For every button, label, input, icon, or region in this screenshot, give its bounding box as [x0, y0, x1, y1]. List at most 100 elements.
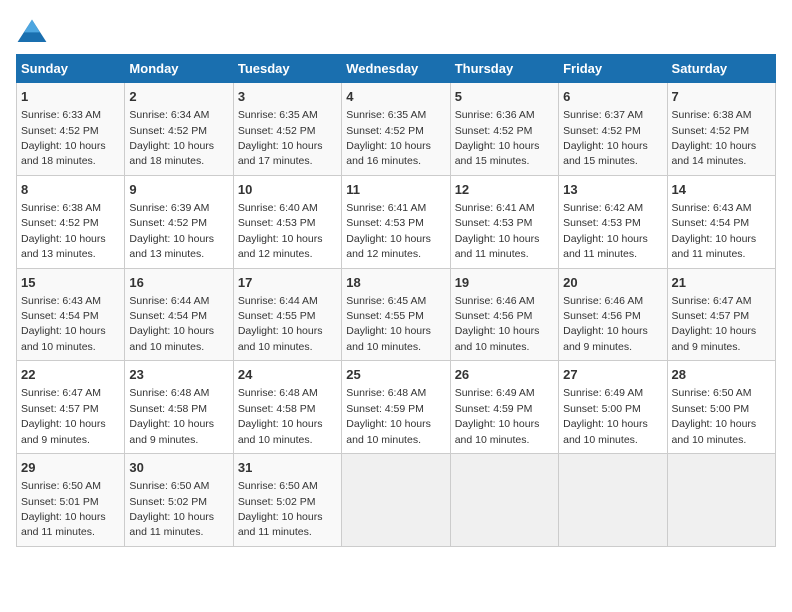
cell-content: Sunrise: 6:36 AMSunset: 4:52 PMDaylight:… — [455, 109, 540, 167]
calendar-cell: 3 Sunrise: 6:35 AMSunset: 4:52 PMDayligh… — [233, 83, 341, 176]
day-number: 9 — [129, 181, 228, 199]
logo — [16, 20, 50, 46]
day-number: 20 — [563, 274, 662, 292]
calendar-cell: 16 Sunrise: 6:44 AMSunset: 4:54 PMDaylig… — [125, 268, 233, 361]
week-row-3: 15 Sunrise: 6:43 AMSunset: 4:54 PMDaylig… — [17, 268, 776, 361]
day-number: 27 — [563, 366, 662, 384]
day-number: 21 — [672, 274, 771, 292]
calendar-cell: 11 Sunrise: 6:41 AMSunset: 4:53 PMDaylig… — [342, 175, 450, 268]
cell-content: Sunrise: 6:42 AMSunset: 4:53 PMDaylight:… — [563, 202, 648, 260]
cell-content: Sunrise: 6:49 AMSunset: 5:00 PMDaylight:… — [563, 387, 648, 445]
day-number: 28 — [672, 366, 771, 384]
calendar-cell: 19 Sunrise: 6:46 AMSunset: 4:56 PMDaylig… — [450, 268, 558, 361]
day-number: 14 — [672, 181, 771, 199]
header-sunday: Sunday — [17, 55, 125, 83]
cell-content: Sunrise: 6:38 AMSunset: 4:52 PMDaylight:… — [672, 109, 757, 167]
calendar-cell: 28 Sunrise: 6:50 AMSunset: 5:00 PMDaylig… — [667, 361, 775, 454]
calendar-cell: 4 Sunrise: 6:35 AMSunset: 4:52 PMDayligh… — [342, 83, 450, 176]
calendar-cell: 21 Sunrise: 6:47 AMSunset: 4:57 PMDaylig… — [667, 268, 775, 361]
day-number: 29 — [21, 459, 120, 477]
day-number: 6 — [563, 88, 662, 106]
cell-content: Sunrise: 6:48 AMSunset: 4:59 PMDaylight:… — [346, 387, 431, 445]
week-row-1: 1 Sunrise: 6:33 AMSunset: 4:52 PMDayligh… — [17, 83, 776, 176]
calendar-cell — [667, 454, 775, 547]
header-thursday: Thursday — [450, 55, 558, 83]
calendar-cell: 5 Sunrise: 6:36 AMSunset: 4:52 PMDayligh… — [450, 83, 558, 176]
cell-content: Sunrise: 6:43 AMSunset: 4:54 PMDaylight:… — [672, 202, 757, 260]
calendar-cell — [559, 454, 667, 547]
day-number: 26 — [455, 366, 554, 384]
calendar-cell: 18 Sunrise: 6:45 AMSunset: 4:55 PMDaylig… — [342, 268, 450, 361]
day-number: 23 — [129, 366, 228, 384]
day-number: 2 — [129, 88, 228, 106]
day-number: 5 — [455, 88, 554, 106]
calendar-cell: 1 Sunrise: 6:33 AMSunset: 4:52 PMDayligh… — [17, 83, 125, 176]
cell-content: Sunrise: 6:50 AMSunset: 5:02 PMDaylight:… — [129, 480, 214, 538]
calendar-cell: 8 Sunrise: 6:38 AMSunset: 4:52 PMDayligh… — [17, 175, 125, 268]
header-tuesday: Tuesday — [233, 55, 341, 83]
logo-icon — [16, 18, 48, 46]
cell-content: Sunrise: 6:50 AMSunset: 5:01 PMDaylight:… — [21, 480, 106, 538]
day-number: 18 — [346, 274, 445, 292]
day-number: 16 — [129, 274, 228, 292]
cell-content: Sunrise: 6:41 AMSunset: 4:53 PMDaylight:… — [455, 202, 540, 260]
calendar-cell: 12 Sunrise: 6:41 AMSunset: 4:53 PMDaylig… — [450, 175, 558, 268]
day-number: 1 — [21, 88, 120, 106]
day-number: 25 — [346, 366, 445, 384]
calendar-cell: 31 Sunrise: 6:50 AMSunset: 5:02 PMDaylig… — [233, 454, 341, 547]
cell-content: Sunrise: 6:40 AMSunset: 4:53 PMDaylight:… — [238, 202, 323, 260]
header-friday: Friday — [559, 55, 667, 83]
cell-content: Sunrise: 6:43 AMSunset: 4:54 PMDaylight:… — [21, 295, 106, 353]
week-row-4: 22 Sunrise: 6:47 AMSunset: 4:57 PMDaylig… — [17, 361, 776, 454]
day-number: 13 — [563, 181, 662, 199]
day-number: 8 — [21, 181, 120, 199]
day-number: 7 — [672, 88, 771, 106]
day-number: 19 — [455, 274, 554, 292]
cell-content: Sunrise: 6:46 AMSunset: 4:56 PMDaylight:… — [563, 295, 648, 353]
cell-content: Sunrise: 6:49 AMSunset: 4:59 PMDaylight:… — [455, 387, 540, 445]
calendar-cell: 25 Sunrise: 6:48 AMSunset: 4:59 PMDaylig… — [342, 361, 450, 454]
day-number: 31 — [238, 459, 337, 477]
calendar-cell: 6 Sunrise: 6:37 AMSunset: 4:52 PMDayligh… — [559, 83, 667, 176]
calendar-cell: 10 Sunrise: 6:40 AMSunset: 4:53 PMDaylig… — [233, 175, 341, 268]
calendar-cell: 20 Sunrise: 6:46 AMSunset: 4:56 PMDaylig… — [559, 268, 667, 361]
day-number: 4 — [346, 88, 445, 106]
day-number: 17 — [238, 274, 337, 292]
header-wednesday: Wednesday — [342, 55, 450, 83]
cell-content: Sunrise: 6:33 AMSunset: 4:52 PMDaylight:… — [21, 109, 106, 167]
cell-content: Sunrise: 6:44 AMSunset: 4:55 PMDaylight:… — [238, 295, 323, 353]
cell-content: Sunrise: 6:48 AMSunset: 4:58 PMDaylight:… — [129, 387, 214, 445]
cell-content: Sunrise: 6:35 AMSunset: 4:52 PMDaylight:… — [346, 109, 431, 167]
calendar-cell: 15 Sunrise: 6:43 AMSunset: 4:54 PMDaylig… — [17, 268, 125, 361]
cell-content: Sunrise: 6:39 AMSunset: 4:52 PMDaylight:… — [129, 202, 214, 260]
cell-content: Sunrise: 6:50 AMSunset: 5:02 PMDaylight:… — [238, 480, 323, 538]
page-header — [16, 16, 776, 46]
calendar-cell: 30 Sunrise: 6:50 AMSunset: 5:02 PMDaylig… — [125, 454, 233, 547]
day-number: 3 — [238, 88, 337, 106]
calendar-cell: 29 Sunrise: 6:50 AMSunset: 5:01 PMDaylig… — [17, 454, 125, 547]
calendar-cell: 14 Sunrise: 6:43 AMSunset: 4:54 PMDaylig… — [667, 175, 775, 268]
cell-content: Sunrise: 6:45 AMSunset: 4:55 PMDaylight:… — [346, 295, 431, 353]
cell-content: Sunrise: 6:38 AMSunset: 4:52 PMDaylight:… — [21, 202, 106, 260]
calendar-cell: 9 Sunrise: 6:39 AMSunset: 4:52 PMDayligh… — [125, 175, 233, 268]
cell-content: Sunrise: 6:35 AMSunset: 4:52 PMDaylight:… — [238, 109, 323, 167]
calendar-table: SundayMondayTuesdayWednesdayThursdayFrid… — [16, 54, 776, 547]
header-monday: Monday — [125, 55, 233, 83]
week-row-5: 29 Sunrise: 6:50 AMSunset: 5:01 PMDaylig… — [17, 454, 776, 547]
calendar-cell: 7 Sunrise: 6:38 AMSunset: 4:52 PMDayligh… — [667, 83, 775, 176]
day-number: 30 — [129, 459, 228, 477]
calendar-cell: 17 Sunrise: 6:44 AMSunset: 4:55 PMDaylig… — [233, 268, 341, 361]
cell-content: Sunrise: 6:37 AMSunset: 4:52 PMDaylight:… — [563, 109, 648, 167]
cell-content: Sunrise: 6:41 AMSunset: 4:53 PMDaylight:… — [346, 202, 431, 260]
cell-content: Sunrise: 6:46 AMSunset: 4:56 PMDaylight:… — [455, 295, 540, 353]
cell-content: Sunrise: 6:44 AMSunset: 4:54 PMDaylight:… — [129, 295, 214, 353]
cell-content: Sunrise: 6:47 AMSunset: 4:57 PMDaylight:… — [21, 387, 106, 445]
cell-content: Sunrise: 6:47 AMSunset: 4:57 PMDaylight:… — [672, 295, 757, 353]
week-row-2: 8 Sunrise: 6:38 AMSunset: 4:52 PMDayligh… — [17, 175, 776, 268]
calendar-body: 1 Sunrise: 6:33 AMSunset: 4:52 PMDayligh… — [17, 83, 776, 547]
calendar-cell — [450, 454, 558, 547]
calendar-header: SundayMondayTuesdayWednesdayThursdayFrid… — [17, 55, 776, 83]
calendar-cell: 13 Sunrise: 6:42 AMSunset: 4:53 PMDaylig… — [559, 175, 667, 268]
calendar-cell: 23 Sunrise: 6:48 AMSunset: 4:58 PMDaylig… — [125, 361, 233, 454]
calendar-cell: 24 Sunrise: 6:48 AMSunset: 4:58 PMDaylig… — [233, 361, 341, 454]
